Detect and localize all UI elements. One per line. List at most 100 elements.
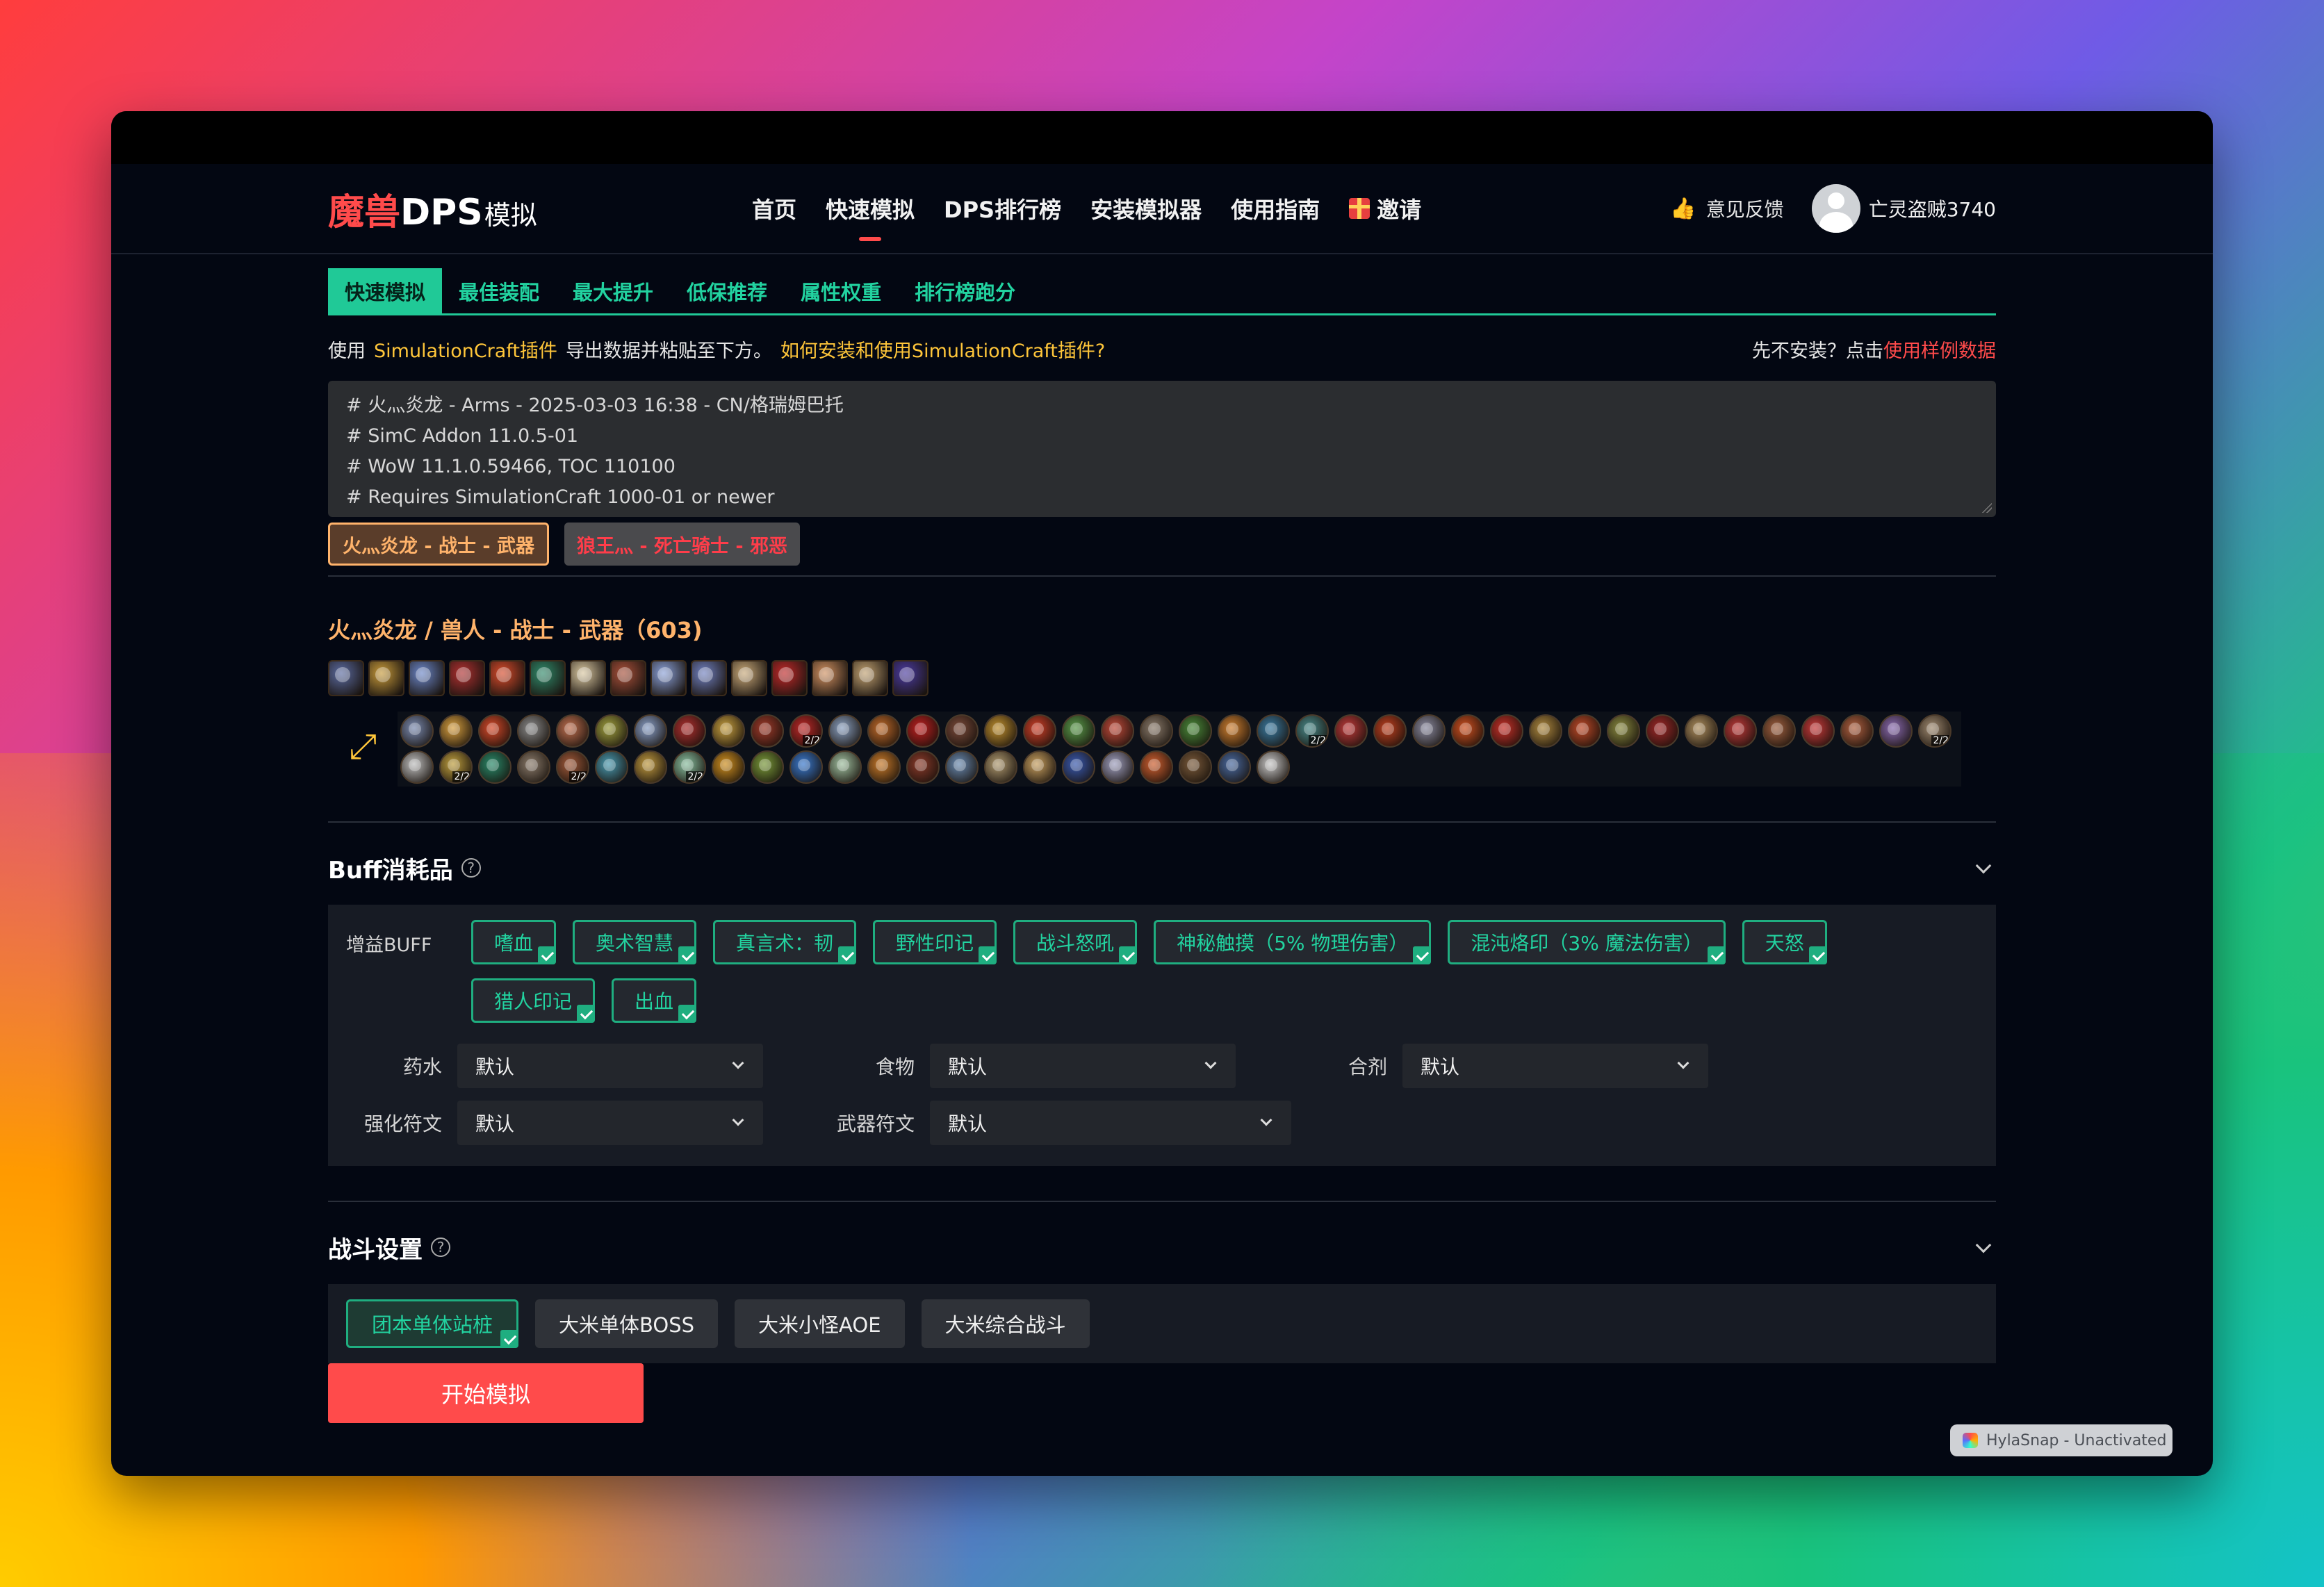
character-button[interactable]: 狼王灬 - 死亡骑士 - 邪恶	[564, 523, 801, 566]
flask-select[interactable]: 默认	[1402, 1044, 1708, 1088]
chest-icon[interactable]	[489, 660, 525, 696]
buff-toggle[interactable]: 奥术智慧	[573, 920, 697, 964]
simc-plugin-link[interactable]: SimulationCraft插件	[374, 336, 557, 363]
talent-icon[interactable]	[400, 714, 434, 748]
shoulder-icon[interactable]	[409, 660, 445, 696]
ring2-icon[interactable]	[771, 660, 808, 696]
nav-guide[interactable]: 使用指南	[1231, 192, 1320, 224]
buff-toggle[interactable]: 猎人印记	[471, 978, 596, 1023]
talent-icon[interactable]	[712, 750, 745, 784]
scenario-mplus-boss[interactable]: 大米单体BOSS	[535, 1299, 719, 1348]
talent-icon[interactable]	[789, 750, 823, 784]
talent-icon[interactable]	[984, 750, 1017, 784]
start-simulation-button[interactable]: 开始模拟	[328, 1363, 644, 1423]
buff-toggle[interactable]: 野性印记	[873, 920, 997, 964]
tab-max-upgrade[interactable]: 最大提升	[556, 268, 670, 313]
talent-icon[interactable]	[1101, 714, 1134, 748]
talent-icon[interactable]	[1724, 714, 1757, 748]
buff-toggle[interactable]: 战斗怒吼	[1013, 920, 1138, 964]
talent-icon[interactable]	[634, 714, 667, 748]
head-icon[interactable]	[328, 660, 364, 696]
buff-section-header[interactable]: Buff消耗品 ?	[328, 844, 1996, 892]
talent-icon[interactable]	[1685, 714, 1718, 748]
sample-data-link[interactable]: 使用样例数据	[1883, 336, 1996, 363]
tab-ranking-run[interactable]: 排行榜跑分	[898, 268, 1032, 313]
buff-toggle[interactable]: 真言术：韧	[713, 920, 857, 964]
talent-icon[interactable]	[828, 714, 862, 748]
talent-icon[interactable]	[1646, 714, 1679, 748]
talent-icon[interactable]	[517, 714, 550, 748]
talent-icon[interactable]: 2/2	[556, 750, 589, 784]
talent-icon[interactable]	[1529, 714, 1562, 748]
expand-icon[interactable]: ⤢	[328, 712, 398, 781]
site-logo[interactable]: 魔兽 DPS 模拟	[328, 183, 537, 235]
talent-icon[interactable]	[1801, 714, 1835, 748]
buff-toggle[interactable]: 神秘触摸（5% 物理伤害）	[1154, 920, 1432, 964]
talent-icon[interactable]	[1023, 750, 1056, 784]
talent-icon[interactable]	[828, 750, 862, 784]
howto-link[interactable]: 如何安装和使用SimulationCraft插件?	[780, 336, 1105, 363]
ring1-icon[interactable]	[731, 660, 767, 696]
tab-stat-weights[interactable]: 属性权重	[784, 268, 898, 313]
talent-icon[interactable]	[984, 714, 1017, 748]
talent-icon[interactable]	[1101, 750, 1134, 784]
talent-icon[interactable]	[1179, 714, 1212, 748]
talent-icon[interactable]	[1490, 714, 1523, 748]
talent-icon[interactable]	[1062, 750, 1095, 784]
nav-install-simulator[interactable]: 安装模拟器	[1090, 192, 1202, 224]
resize-handle[interactable]	[1981, 502, 1992, 513]
chevron-down-icon[interactable]	[1975, 857, 1992, 874]
buff-toggle[interactable]: 混沌烙印（3% 魔法伤害）	[1448, 920, 1726, 964]
buff-toggle[interactable]: 嗜血	[471, 920, 557, 964]
talent-icon[interactable]	[1451, 714, 1484, 748]
talent-icon[interactable]	[867, 750, 901, 784]
talent-icon[interactable]	[556, 714, 589, 748]
talent-icon[interactable]	[595, 714, 628, 748]
augment-rune-select[interactable]: 默认	[457, 1101, 763, 1145]
talent-icon[interactable]	[595, 750, 628, 784]
talent-icon[interactable]	[906, 750, 940, 784]
talent-icon[interactable]	[1568, 714, 1601, 748]
feedback-link[interactable]: 👍 意见反馈	[1670, 195, 1783, 222]
talent-icon[interactable]	[867, 714, 901, 748]
tab-quick-sim[interactable]: 快速模拟	[328, 268, 443, 313]
talent-icon[interactable]	[400, 750, 434, 784]
talent-icon[interactable]: 2/2	[789, 714, 823, 748]
talent-icon[interactable]	[673, 714, 706, 748]
user-menu[interactable]: 亡灵盗贼3740	[1811, 184, 1996, 233]
help-icon[interactable]: ?	[461, 858, 481, 878]
talent-icon[interactable]	[751, 750, 784, 784]
battle-section-header[interactable]: 战斗设置 ?	[328, 1223, 1996, 1272]
nav-home[interactable]: 首页	[752, 192, 796, 224]
talent-icon[interactable]	[1062, 714, 1095, 748]
talent-icon[interactable]	[1140, 714, 1173, 748]
buff-toggle[interactable]: 天怒	[1742, 920, 1827, 964]
talent-icon[interactable]	[1373, 714, 1407, 748]
waist-icon[interactable]	[610, 660, 646, 696]
talent-icon[interactable]	[1840, 714, 1874, 748]
talent-icon[interactable]	[517, 750, 550, 784]
talent-icon[interactable]	[1607, 714, 1640, 748]
buff-toggle[interactable]: 出血	[612, 978, 697, 1023]
talent-icon[interactable]: 2/2	[1295, 714, 1329, 748]
talent-icon[interactable]	[945, 714, 979, 748]
talent-icon[interactable]	[1257, 750, 1290, 784]
talent-icon[interactable]	[945, 750, 979, 784]
talent-icon[interactable]	[906, 714, 940, 748]
talent-icon[interactable]	[634, 750, 667, 784]
nav-quick-sim[interactable]: 快速模拟	[826, 192, 915, 241]
talent-icon[interactable]	[1179, 750, 1212, 784]
feet-icon[interactable]	[691, 660, 727, 696]
food-select[interactable]: 默认	[930, 1044, 1236, 1088]
simc-input-textarea[interactable]: # 火灬炎龙 - Arms - 2025-03-03 16:38 - CN/格瑞…	[328, 381, 1996, 517]
character-button-selected[interactable]: 火灬炎龙 - 战士 - 武器	[328, 523, 550, 566]
talent-icon[interactable]	[1762, 714, 1796, 748]
tab-vault-recommend[interactable]: 低保推荐	[670, 268, 784, 313]
talent-icon[interactable]	[1023, 714, 1056, 748]
nav-dps-ranking[interactable]: DPS排行榜	[944, 192, 1061, 224]
talent-icon[interactable]	[1879, 714, 1913, 748]
help-icon[interactable]: ?	[431, 1237, 450, 1257]
chevron-down-icon[interactable]	[1975, 1237, 1992, 1253]
wrist-icon[interactable]	[530, 660, 566, 696]
trinket1-icon[interactable]	[812, 660, 848, 696]
